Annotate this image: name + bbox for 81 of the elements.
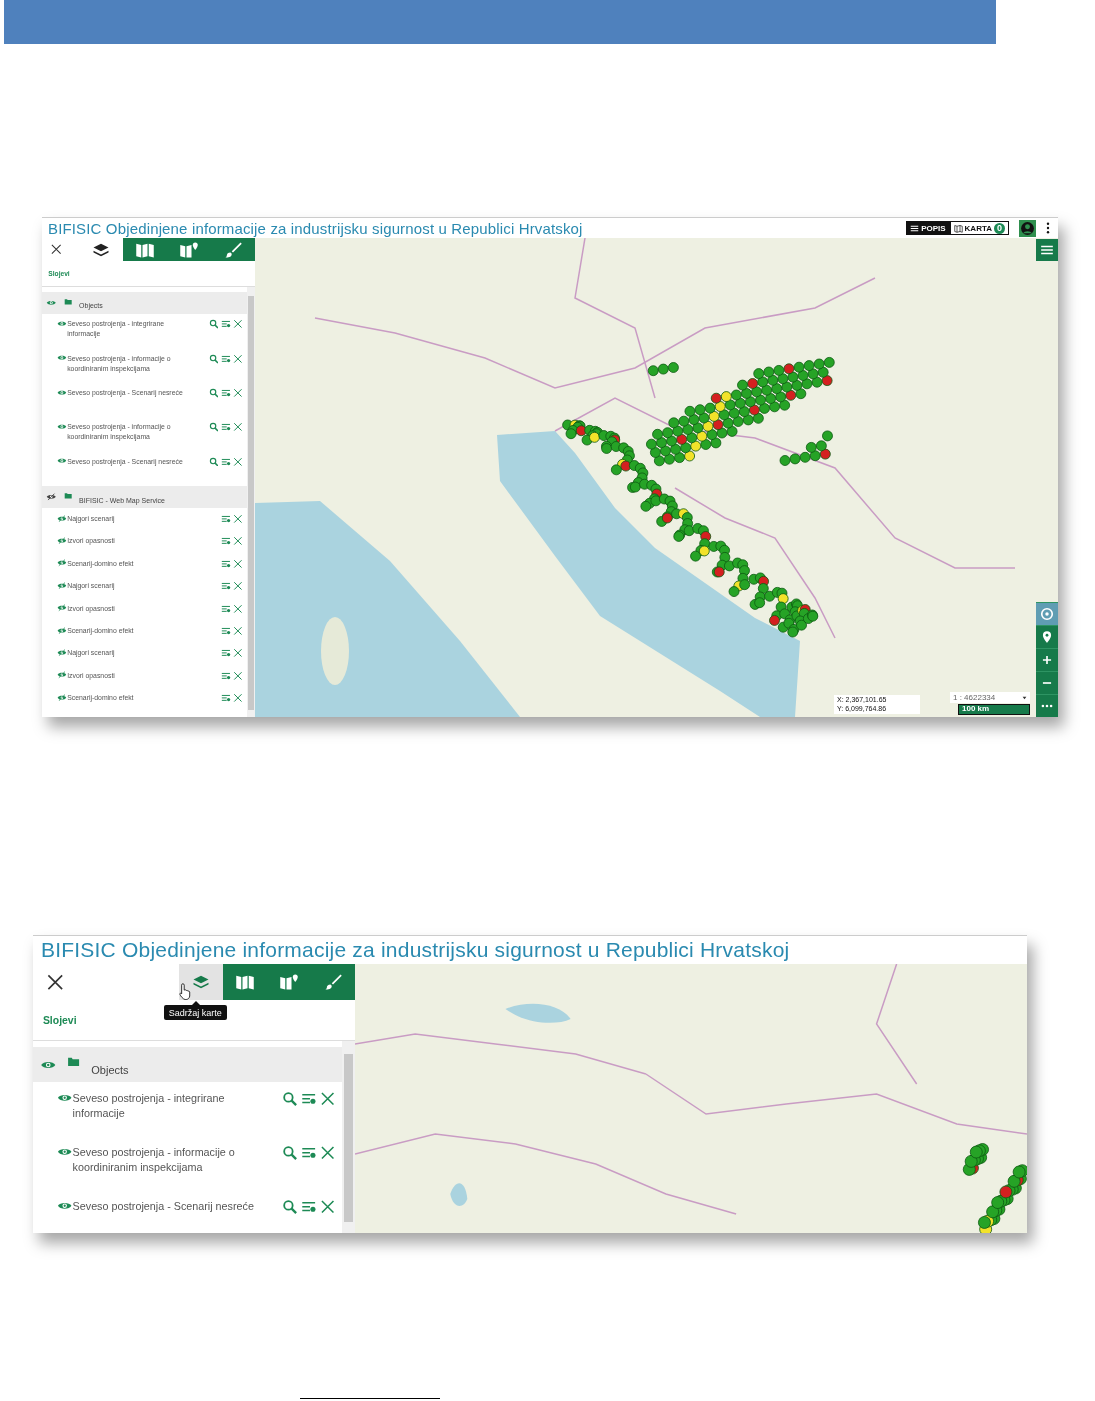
scrollbar[interactable] — [342, 1040, 355, 1233]
list-settings-icon[interactable] — [220, 536, 231, 547]
eye-slash-icon[interactable] — [57, 537, 68, 545]
caret-icon — [1022, 695, 1027, 700]
list-settings-icon[interactable] — [220, 513, 231, 524]
eye-slash-icon[interactable] — [46, 493, 57, 502]
eye-icon[interactable] — [57, 457, 68, 465]
search-icon[interactable] — [281, 1090, 298, 1107]
settings-button[interactable] — [1036, 602, 1058, 625]
scale-bar: 100 km — [958, 704, 1030, 715]
user-avatar[interactable] — [1019, 219, 1036, 237]
eye-slash-icon[interactable] — [57, 604, 68, 612]
list-settings-icon[interactable] — [220, 353, 231, 364]
kebab-menu-icon[interactable] — [1046, 222, 1050, 234]
more-button[interactable] — [1036, 694, 1058, 717]
eye-slash-icon[interactable] — [57, 559, 68, 567]
search-icon[interactable] — [208, 353, 219, 364]
layer-group-header[interactable]: Objects — [33, 1046, 343, 1083]
maps-tab[interactable] — [123, 238, 167, 262]
layer-name: Seveso postrojenja - informacije o koordiniranim inspekcijama — [72, 1144, 236, 1176]
group-name: Objects — [91, 1063, 129, 1076]
folder-icon — [63, 492, 73, 500]
list-settings-icon[interactable] — [220, 456, 231, 467]
folder-icon — [63, 297, 73, 305]
list-settings-icon[interactable] — [220, 581, 231, 591]
list-settings-icon[interactable] — [220, 388, 231, 398]
map-drawing[interactable] — [255, 238, 1058, 717]
menu-button[interactable] — [1036, 239, 1058, 261]
list-settings-icon[interactable] — [220, 670, 231, 681]
list-settings-icon[interactable] — [220, 625, 231, 636]
map-icon — [953, 223, 963, 233]
settings-icon — [1040, 607, 1054, 621]
eye-slash-icon[interactable] — [57, 626, 68, 634]
search-icon[interactable] — [208, 422, 219, 433]
eye-slash-icon[interactable] — [57, 671, 68, 679]
scale-dropdown[interactable]: 1 : 4622334 — [950, 692, 1030, 704]
map-pin-icon — [279, 972, 299, 993]
hand-pointer-icon — [177, 981, 193, 1001]
list-settings-icon[interactable] — [220, 693, 231, 703]
plus-icon — [1040, 653, 1054, 667]
list-settings-icon[interactable] — [220, 558, 231, 569]
zoom-out-button[interactable] — [1036, 671, 1058, 694]
eye-icon[interactable] — [57, 388, 68, 397]
search-icon[interactable] — [208, 388, 219, 398]
eye-icon[interactable] — [57, 354, 68, 362]
map-pin-icon — [1040, 630, 1054, 644]
user-silhouette-icon — [1020, 220, 1035, 236]
draw-tab[interactable] — [211, 238, 255, 262]
eye-slash-icon[interactable] — [57, 514, 68, 522]
list-settings-icon[interactable] — [220, 319, 231, 330]
draw-tab[interactable] — [311, 964, 355, 1001]
search-icon[interactable] — [208, 456, 219, 467]
eye-slash-icon[interactable] — [57, 693, 68, 702]
maps-tab[interactable] — [223, 964, 267, 1001]
list-settings-icon[interactable] — [220, 603, 231, 614]
scrollbar[interactable] — [246, 287, 255, 717]
close-icon[interactable] — [51, 244, 62, 255]
list-settings-icon[interactable] — [220, 422, 231, 433]
zoom-in-button[interactable] — [1036, 648, 1058, 671]
app-title: BIFISIC Objedinjene informacije za industrijsku sigurnost u Republici Hrvatskoj — [40, 938, 790, 962]
eye-icon[interactable] — [57, 423, 68, 431]
eye-icon[interactable] — [57, 320, 68, 328]
eye-slash-icon[interactable] — [57, 649, 68, 657]
folder-icon — [67, 1056, 81, 1068]
layer-name: Seveso postrojenja - Scenarij nesreće — [72, 1198, 255, 1214]
list-icon — [910, 223, 920, 233]
location-button[interactable] — [1036, 625, 1058, 648]
search-icon[interactable] — [281, 1144, 298, 1161]
list-settings-icon[interactable] — [220, 648, 231, 659]
eye-slash-icon[interactable] — [57, 581, 68, 590]
count-badge: 0 — [994, 222, 1005, 234]
map-view-button[interactable]: KARTA 0 — [949, 221, 1009, 235]
list-view-button[interactable]: POPIS — [906, 221, 950, 235]
layer-name: Seveso postrojenja - integrirane informacije — [72, 1090, 226, 1122]
eye-icon[interactable] — [46, 298, 57, 307]
search-icon[interactable] — [208, 319, 219, 330]
app-title: BIFISIC Objedinjene informacije za industrijsku sigurnost u Republici Hrvatskoj — [47, 219, 583, 237]
close-icon[interactable] — [47, 973, 64, 991]
menu-icon — [1040, 243, 1054, 257]
section-title: Slojevi — [42, 1014, 77, 1026]
search-icon[interactable] — [281, 1198, 298, 1214]
